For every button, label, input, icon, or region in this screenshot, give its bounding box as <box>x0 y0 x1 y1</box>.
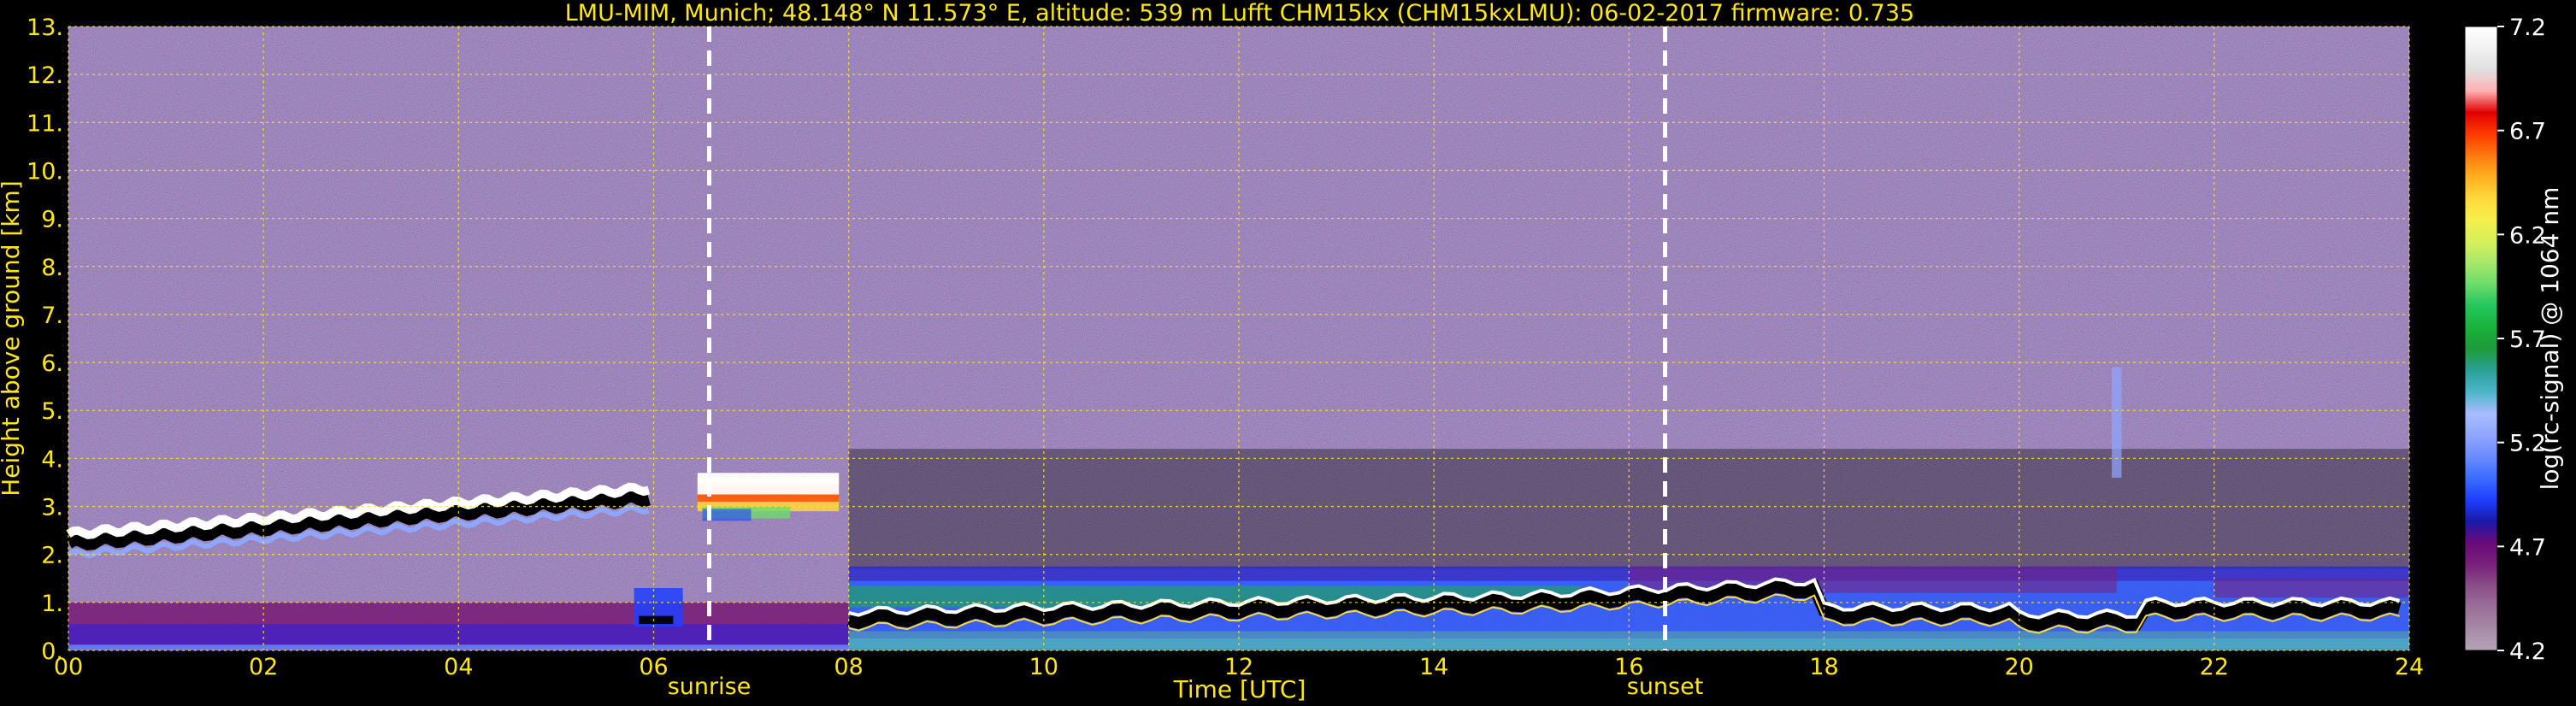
x-tick-label: 10 <box>1029 654 1058 680</box>
x-tick-label: 24 <box>2395 654 2424 680</box>
y-tick-label: 7. <box>41 303 63 329</box>
y-tick-label: 12. <box>27 62 63 89</box>
vertical-streak <box>2112 367 2122 478</box>
y-tick-labels: 0.1.2.3.4.5.6.7.8.9.10.11.12.13. <box>27 15 63 665</box>
y-tick-label: 10. <box>27 158 63 185</box>
y-tick-label: 8. <box>41 255 63 281</box>
colorbar-bar <box>2464 26 2498 651</box>
y-tick-label: 6. <box>41 350 63 377</box>
x-tick-label: 14 <box>1419 654 1448 680</box>
x-tick-label: 00 <box>54 654 83 680</box>
chart-figure: sunrise sunset 0. 1. 2. 3. 4. 5. 6. 7. 8. 9. 10. 11.… <box>0 0 2576 706</box>
colorbar-tick-label: 4.7 <box>2509 534 2546 561</box>
colorbar-tick-label: 4.2 <box>2509 638 2546 665</box>
boundary-layer-band <box>2213 578 2409 598</box>
x-tick-label: 20 <box>2004 654 2033 680</box>
y-tick-label: 5. <box>41 398 63 425</box>
colorbar-tick-label: 6.7 <box>2509 119 2546 145</box>
colorbar-label: log(rc-signal) @ 1064 nm <box>2536 187 2564 491</box>
y-axis-label: Height above ground [km] <box>0 180 25 497</box>
x-tick-label: 18 <box>1809 654 1838 680</box>
x-tick-label: 08 <box>834 654 863 680</box>
x-tick-label: 02 <box>249 654 278 680</box>
y-tick-label: 13. <box>27 15 63 41</box>
cloud-patch <box>697 473 840 495</box>
night-dark-region <box>848 449 2409 569</box>
x-tick-label: 22 <box>2200 654 2229 680</box>
y-tick-label: 1. <box>41 591 63 617</box>
y-tick-label: 9. <box>41 207 63 233</box>
x-tick-label: 16 <box>1614 654 1643 680</box>
x-axis-label: Time [UTC] <box>1173 675 1306 703</box>
colorbar-tick-label: 7.2 <box>2509 15 2546 41</box>
marker-label-sunrise: sunrise <box>668 674 752 700</box>
chart-svg: sunrise sunset 0.1.2.3.4.5.6.7.8.9.10.11.… <box>0 0 2564 703</box>
y-tick-label: 4. <box>41 446 63 473</box>
residual-layer <box>639 615 674 625</box>
chart-title: LMU-MIM, Munich; 48.148° N 11.573° E, al… <box>565 0 1914 26</box>
x-tick-label: 06 <box>639 654 668 680</box>
colorbar: 4.24.75.25.76.26.77.2 log(rc-signal) @ 1… <box>2464 15 2564 665</box>
x-tick-label: 04 <box>444 654 473 680</box>
y-tick-label: 11. <box>27 110 63 137</box>
y-tick-label: 3. <box>41 495 63 521</box>
y-tick-label: 2. <box>41 543 63 569</box>
